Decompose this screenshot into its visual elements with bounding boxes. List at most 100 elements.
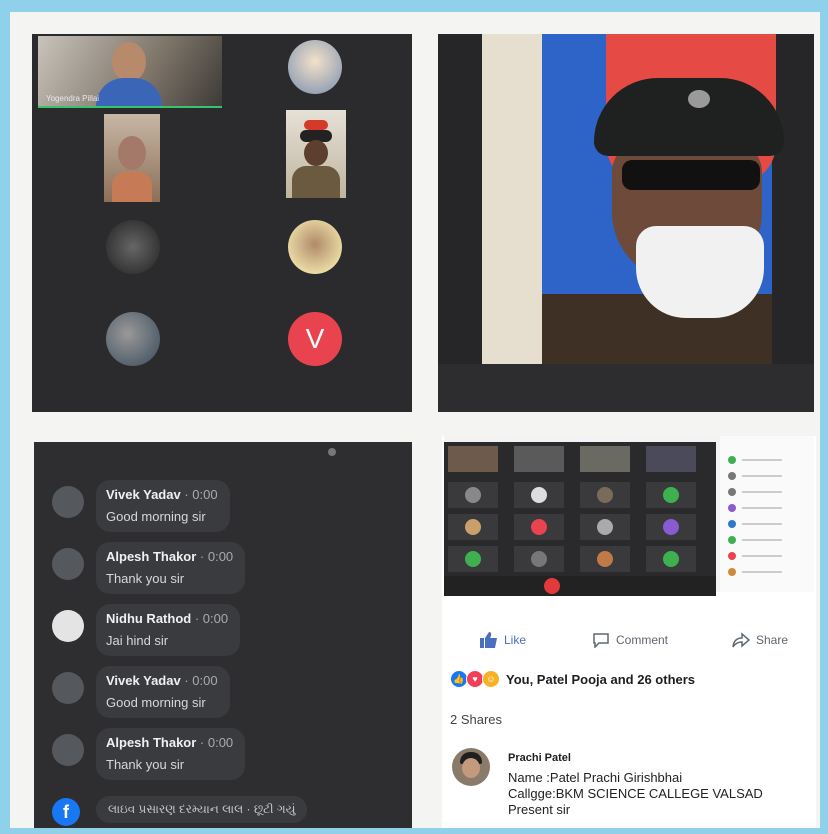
- avatar-letter: V: [305, 323, 325, 354]
- commenter-avatar[interactable]: [452, 748, 490, 786]
- meeting-tile: [580, 482, 630, 508]
- commenter-avatar: [52, 486, 84, 518]
- speaker-name: Yogendra Pillai: [46, 94, 100, 103]
- share-button[interactable]: Share: [732, 632, 788, 648]
- comment-text: Good morning sir: [106, 695, 206, 710]
- share-icon: [732, 632, 750, 648]
- comment-body: Name :Patel Prachi Girishbhai Callgge:BK…: [508, 770, 808, 818]
- comment-bubble: Alpesh Thakor · 0:00 Thank you sir: [96, 542, 246, 594]
- live-notice-row: f લાઇવ પ્રસારણ દરમ્યાન લાલ · છૂટી ગયું: [48, 794, 388, 828]
- comment-line: Name :Patel Prachi Girishbhai: [508, 770, 683, 785]
- video-call-grid: Yogendra Pillai V: [32, 34, 412, 412]
- comment-time: 0:00: [192, 673, 218, 688]
- participant-avatar-krishna[interactable]: [288, 40, 342, 94]
- commenter-avatar: [52, 672, 84, 704]
- participant-avatar-boy[interactable]: [288, 220, 342, 274]
- active-speaker-tile[interactable]: Yogendra Pillai: [38, 36, 222, 108]
- comment-item[interactable]: Vivek Yadav · 0:00 Good morning sir: [48, 478, 368, 532]
- meeting-tile: [646, 546, 696, 572]
- participant-row: [728, 488, 808, 496]
- video-bottom-bar: [438, 364, 814, 412]
- comment-time: 0:00: [207, 735, 234, 750]
- comment-text: Thank you sir: [106, 571, 185, 586]
- comments-topbar: [318, 444, 398, 460]
- commenter-name: Nidhu Rathod: [106, 611, 192, 626]
- face-mask: [636, 226, 764, 318]
- commenter-name: Alpesh Thakor: [106, 549, 197, 564]
- meeting-tile: [448, 546, 498, 572]
- comment-item[interactable]: Vivek Yadav · 0:00 Good morning sir: [48, 664, 368, 718]
- speaker-video: [438, 34, 814, 412]
- participant-video-officer[interactable]: [286, 110, 346, 198]
- meeting-controls: [444, 576, 716, 596]
- participant-row: [728, 552, 808, 560]
- comment-text: Good morning sir: [106, 509, 206, 524]
- comment-item[interactable]: Alpesh Thakor · 0:00 Thank you sir: [48, 540, 368, 594]
- commenter-avatar: [52, 734, 84, 766]
- comment-time: 0:00: [192, 487, 218, 502]
- meeting-tile: [514, 546, 564, 572]
- comment-bubble: Nidhu Rathod · 0:00 Jai hind sir: [96, 604, 241, 656]
- commenter-name: Vivek Yadav: [106, 487, 181, 502]
- live-comments-panel: Vivek Yadav · 0:00 Good morning sir Alpe…: [34, 442, 412, 828]
- comment-line: Present sir: [508, 802, 571, 817]
- comment-label: Comment: [616, 633, 669, 647]
- comment-time: 0:00: [202, 611, 229, 626]
- participant-video-woman[interactable]: [104, 114, 160, 202]
- live-notice-text: લાઇવ પ્રસારણ દરમ્યાન લાલ · છૂટી ગયું: [96, 796, 308, 823]
- meeting-tile: [646, 446, 696, 472]
- comment-time: 0:00: [207, 549, 234, 564]
- meeting-tile: [448, 446, 498, 472]
- meeting-tile: [448, 482, 498, 508]
- meeting-grid: [444, 442, 716, 596]
- comment-text: Jai hind sir: [106, 633, 169, 648]
- participant-row: [728, 472, 808, 480]
- glasses: [622, 160, 760, 190]
- participant-avatar-v[interactable]: V: [288, 312, 342, 366]
- commenter-name: Vivek Yadav: [106, 673, 181, 688]
- meeting-tile: [448, 514, 498, 540]
- comment-item[interactable]: Nidhu Rathod · 0:00 Jai hind sir: [48, 602, 368, 656]
- wow-reaction-icon: ☺: [482, 670, 500, 688]
- meeting-tile: [514, 482, 564, 508]
- participants-sidebar: [720, 436, 814, 592]
- participant-avatar-stage[interactable]: [106, 220, 160, 274]
- like-button[interactable]: Like: [480, 632, 526, 648]
- comment-line: Callgge:BKM SCIENCE CALLEGE VALSAD: [508, 786, 763, 801]
- collage-sheet: Yogendra Pillai V Vivek Yadav · 0:00 Goo…: [10, 12, 820, 828]
- meeting-tile: [514, 446, 564, 472]
- speaker-body: [96, 78, 162, 106]
- reactions-summary[interactable]: 👍 ♥ ☺ You, Patel Pooja and 26 others: [450, 670, 695, 688]
- speaker-head: [112, 42, 146, 82]
- facebook-post: Like Comment Share 👍 ♥ ☺ You, Patel Pooj…: [442, 436, 816, 828]
- commenter-avatar: [52, 610, 84, 642]
- post-actions: Like Comment Share: [442, 628, 816, 656]
- comment-text: Thank you sir: [106, 757, 185, 772]
- like-label: Like: [504, 633, 527, 647]
- background-wall: [482, 34, 542, 364]
- beret-cap: [594, 78, 784, 156]
- participant-row: [728, 456, 808, 464]
- participant-row: [728, 568, 808, 576]
- participant-row: [728, 504, 808, 512]
- comment-icon: [593, 633, 609, 648]
- comment-bubble: Vivek Yadav · 0:00 Good morning sir: [96, 666, 230, 718]
- comment-button[interactable]: Comment: [592, 632, 668, 648]
- end-call-icon: [544, 578, 560, 594]
- comment-item[interactable]: Alpesh Thakor · 0:00 Thank you sir: [48, 726, 368, 780]
- comment-bubble: Alpesh Thakor · 0:00 Thank you sir: [96, 728, 246, 780]
- participant-row: [728, 520, 808, 528]
- meeting-tile: [580, 514, 630, 540]
- thumbs-up-icon: [480, 632, 497, 648]
- participant-avatar-group[interactable]: [106, 312, 160, 366]
- participant-row: [728, 536, 808, 544]
- facebook-icon: f: [52, 798, 80, 826]
- meeting-tile: [646, 514, 696, 540]
- topbar-avatar-icon: [328, 448, 336, 456]
- shares-count[interactable]: 2 Shares: [450, 712, 502, 727]
- meeting-tile: [646, 482, 696, 508]
- commenter-name: Alpesh Thakor: [106, 735, 197, 750]
- comment-author[interactable]: Prachi Patel: [508, 752, 571, 764]
- reactions-text: You, Patel Pooja and 26 others: [506, 671, 696, 687]
- comment-bubble: Vivek Yadav · 0:00 Good morning sir: [96, 480, 230, 532]
